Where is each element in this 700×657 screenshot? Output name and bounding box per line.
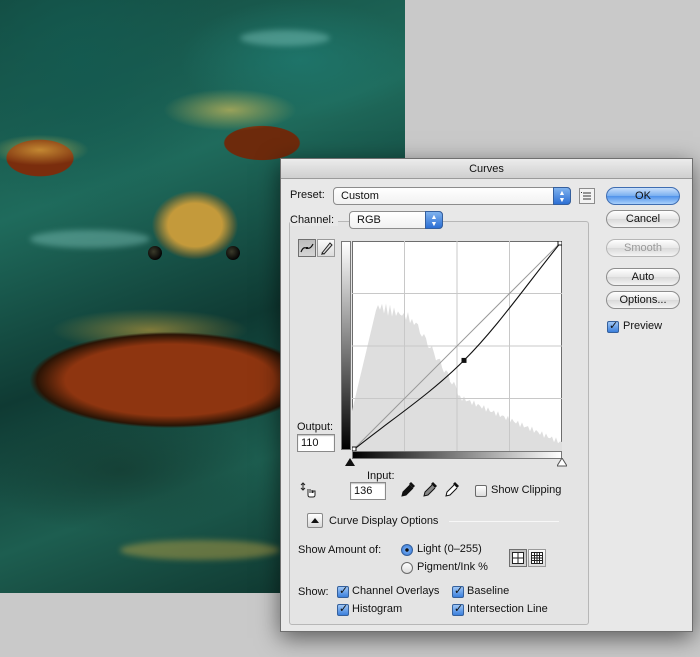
popup-arrows-icon: ▲ ▼ xyxy=(553,187,571,205)
input-label: Input: xyxy=(367,470,395,482)
show-label: Show: xyxy=(298,586,329,598)
input-gradient-bar xyxy=(352,451,562,459)
auto-button[interactable]: Auto xyxy=(606,268,680,286)
curve-control-point[interactable] xyxy=(461,357,467,363)
curve-black-point[interactable] xyxy=(352,446,357,451)
curve-white-point[interactable] xyxy=(557,241,562,246)
intersection-line-checkbox[interactable] xyxy=(452,602,464,616)
curve-display-options-toggle[interactable] xyxy=(307,513,323,528)
mask-nostril-right xyxy=(226,246,240,260)
curve-point-tool[interactable] xyxy=(298,239,316,257)
section-divider xyxy=(449,521,559,522)
disclosure-triangle-icon xyxy=(311,518,319,523)
pigment-ink-radio[interactable] xyxy=(401,562,413,574)
curves-dialog: Curves Preset: Custom ▲ ▼ OK Cancel Smoot… xyxy=(280,158,693,632)
preview-label: Preview xyxy=(623,320,663,332)
dialog-title[interactable]: Curves xyxy=(281,159,692,179)
baseline-label: Baseline xyxy=(467,585,510,597)
gray-eyedropper-icon[interactable] xyxy=(422,481,438,499)
preset-label: Preset: xyxy=(290,189,325,201)
show-clipping-label: Show Clipping xyxy=(491,484,562,496)
light-radio-label: Light (0–255) xyxy=(417,543,482,555)
popup-arrows-icon: ▲ ▼ xyxy=(425,211,443,229)
input-field[interactable]: 136 xyxy=(350,482,386,500)
output-label: Output: xyxy=(297,421,334,433)
black-eyedropper-icon[interactable] xyxy=(400,481,416,499)
cancel-button[interactable]: Cancel xyxy=(606,210,680,228)
smooth-button[interactable]: Smooth xyxy=(606,239,680,257)
preview-checkbox[interactable] xyxy=(607,319,619,333)
show-clipping-checkbox[interactable] xyxy=(475,485,487,497)
output-gradient-bar xyxy=(341,241,351,450)
preset-value: Custom xyxy=(341,190,379,202)
ok-button[interactable]: OK xyxy=(606,187,680,205)
channel-value: RGB xyxy=(357,214,381,226)
histogram-label: Histogram xyxy=(352,603,403,615)
simple-grid-button[interactable] xyxy=(509,549,527,567)
channel-overlays-label: Channel Overlays xyxy=(352,585,440,597)
histogram-checkbox[interactable] xyxy=(337,602,349,616)
pencil-tool-icon xyxy=(321,242,333,255)
baseline-checkbox[interactable] xyxy=(452,584,464,598)
white-point-slider-icon[interactable] xyxy=(557,458,567,467)
channel-overlays-checkbox[interactable] xyxy=(337,584,349,598)
curve-display-options-label: Curve Display Options xyxy=(329,515,439,527)
on-image-adjust-icon[interactable] xyxy=(299,481,317,499)
black-point-slider-icon[interactable] xyxy=(345,458,355,467)
white-eyedropper-icon[interactable] xyxy=(444,481,460,499)
options-button[interactable]: Options... xyxy=(606,291,680,309)
presets-menu-icon[interactable] xyxy=(579,188,595,204)
pigment-ink-radio-label: Pigment/Ink % xyxy=(417,561,488,573)
grid-10-icon xyxy=(531,552,543,564)
light-radio[interactable] xyxy=(401,544,413,556)
preset-select[interactable]: Custom ▲ ▼ xyxy=(333,187,571,205)
channel-select[interactable]: RGB ▲ ▼ xyxy=(349,211,443,229)
pencil-tool[interactable] xyxy=(317,239,335,257)
grid-4-icon xyxy=(512,552,524,564)
show-amount-label: Show Amount of: xyxy=(298,544,382,556)
curve-graph[interactable] xyxy=(352,241,562,451)
curve-point-tool-icon xyxy=(300,243,314,253)
channel-label: Channel: xyxy=(290,214,339,226)
mask-nostril-left xyxy=(148,246,162,260)
output-field[interactable]: 110 xyxy=(297,434,335,452)
detailed-grid-button[interactable] xyxy=(528,549,546,567)
intersection-line-label: Intersection Line xyxy=(467,603,548,615)
